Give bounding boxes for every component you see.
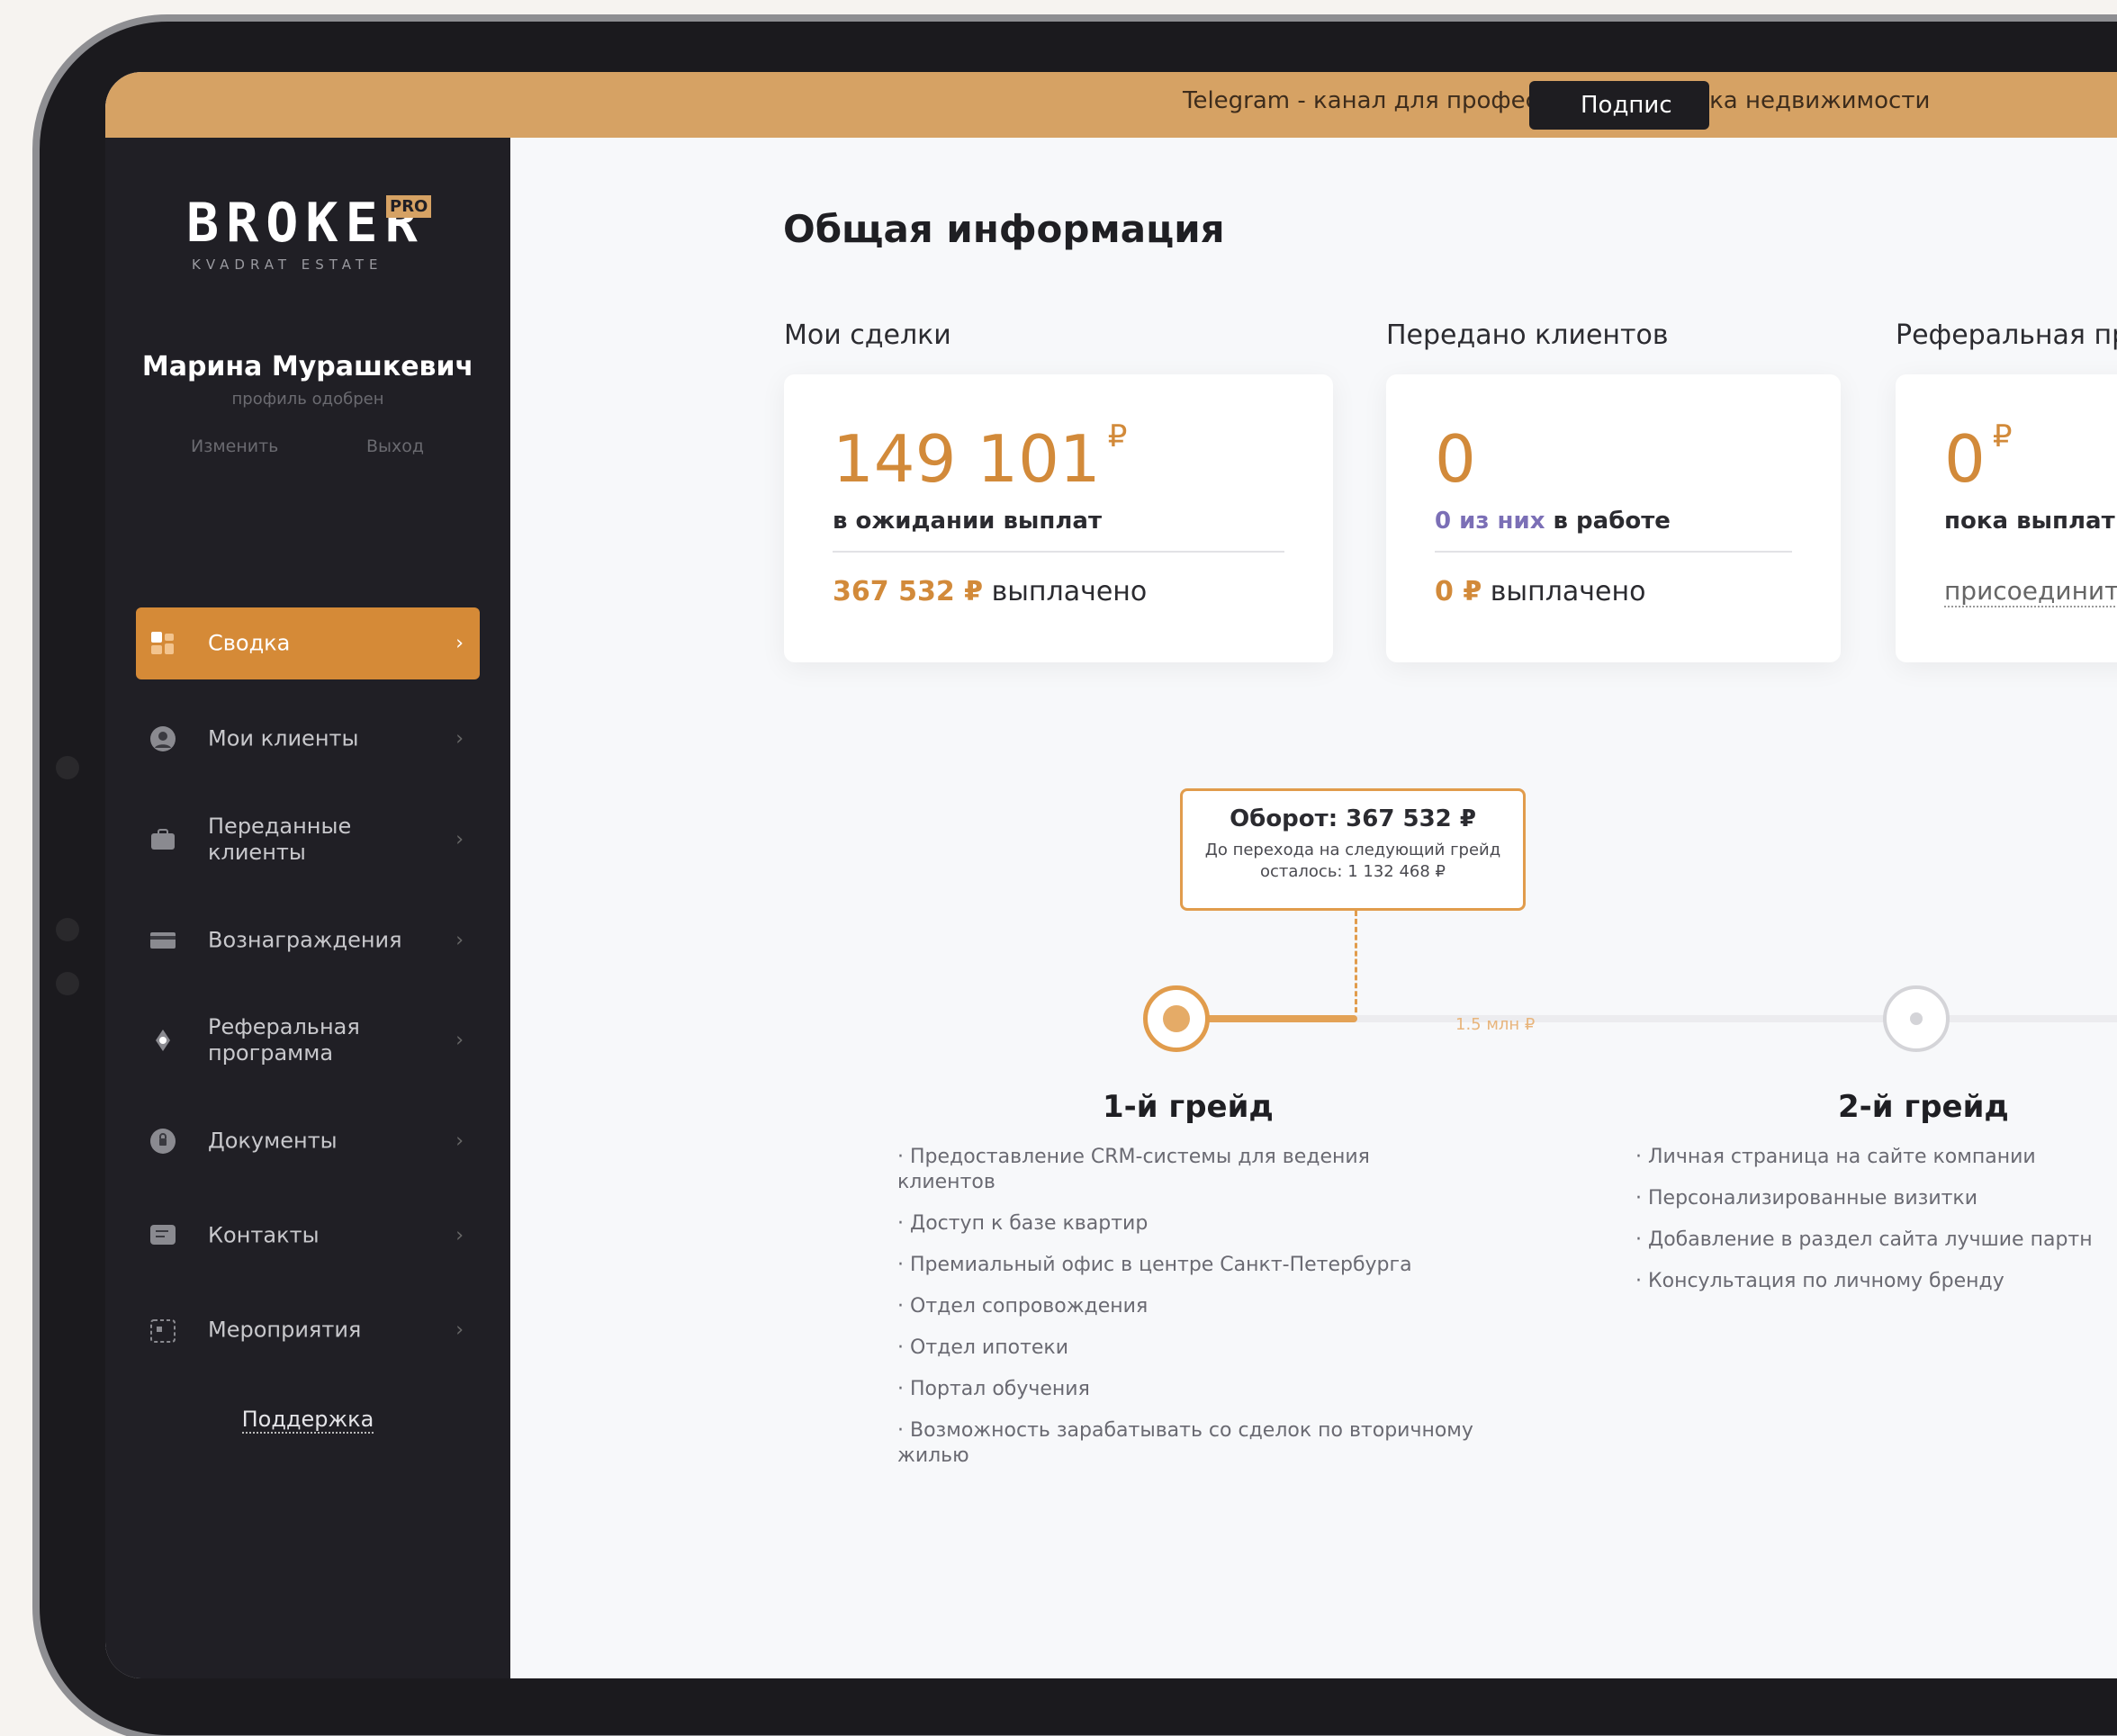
nav-label: Мероприятия [208, 1317, 362, 1343]
grade-2-node[interactable] [1883, 985, 1950, 1052]
nav-item-my-clients[interactable]: Мои клиенты › [136, 703, 480, 775]
clients-paid-amount: 0 ₽ [1435, 576, 1482, 607]
referral-amount: 0 ₽ [1944, 418, 2013, 497]
referral-card[interactable]: 0 ₽ пока выплат присоединит [1896, 374, 2117, 662]
clients-card[interactable]: 0 0 из них в работе 0 ₽ выплачено [1386, 374, 1841, 662]
logout-link[interactable]: Выход [366, 436, 424, 456]
nav-label: Переданные клиенты [208, 814, 352, 865]
turnover-tooltip: Оборот: 367 532 ₽ До перехода на следующ… [1180, 788, 1526, 911]
hardware-button [56, 756, 79, 779]
user-name: Марина Мурашкевич [141, 351, 474, 382]
chevron-right-icon: › [455, 1318, 464, 1342]
support-label: Поддержка [241, 1407, 374, 1434]
page-title: Общая информация [783, 207, 1225, 251]
clients-label: Передано клиентов [1386, 319, 1669, 351]
nav-item-documents[interactable]: Документы › [136, 1105, 480, 1177]
currency-sign: ₽ [1992, 418, 2013, 454]
broker-logo[interactable]: BROKER PRO KVADRAT ESTATE [186, 192, 432, 282]
turnover-title: Оборот: 367 532 ₽ [1230, 805, 1476, 832]
nav-item-contacts[interactable]: Контакты › [136, 1200, 480, 1272]
referral-icon [156, 1030, 170, 1051]
chevron-right-icon: › [455, 1029, 464, 1052]
profile-status: профиль одобрен [231, 390, 384, 409]
list-item: Портал обучения [897, 1377, 1473, 1402]
card-icon [150, 932, 176, 949]
deals-paid-label: выплачено [991, 576, 1148, 607]
clients-in-work-label: в работе [1553, 508, 1671, 535]
app-screen: Telegram - канал для профессионалов рынк… [105, 72, 2117, 1678]
logo-subtitle: KVADRAT ESTATE [192, 256, 383, 273]
clients-amount: 0 [1435, 421, 1476, 497]
divider [1435, 551, 1792, 553]
grade-1-node[interactable] [1143, 985, 1210, 1052]
chevron-right-icon: › [455, 727, 464, 751]
deals-card[interactable]: 149 101 ₽ в ожидании выплат 367 532 ₽ вып… [784, 374, 1333, 662]
chevron-right-icon: › [455, 929, 464, 952]
nav-label: Реферальная программа [208, 1014, 360, 1066]
list-item: Добавление в раздел сайта лучшие партн [1635, 1228, 2117, 1253]
chevron-right-icon: › [455, 1129, 464, 1153]
user-icon [150, 726, 176, 751]
document-icon [150, 1129, 176, 1154]
hardware-button [56, 972, 79, 995]
referral-amount-value: 0 [1944, 421, 1986, 497]
referral-sub-label: пока выплат [1944, 508, 2115, 535]
nav-label: Контакты [208, 1222, 320, 1248]
hardware-button [56, 918, 79, 941]
nav-label: Документы [208, 1128, 338, 1154]
nav-label: Мои клиенты [208, 725, 359, 751]
nav-item-rewards[interactable]: Вознаграждения › [136, 904, 480, 976]
briefcase-icon [151, 829, 175, 850]
clients-in-work-count: 0 из них [1435, 508, 1545, 535]
list-item: Отдел сопровождения [897, 1294, 1473, 1319]
events-icon [150, 1319, 176, 1343]
list-item: Личная страница на сайте компании [1635, 1145, 2117, 1170]
list-item: Персонализированные визитки [1635, 1186, 2117, 1211]
clients-paid: 0 ₽ выплачено [1435, 576, 1645, 607]
clients-paid-label: выплачено [1490, 576, 1646, 607]
join-referral-link[interactable]: присоединит [1944, 576, 2117, 607]
milestone-label: 1.5 млн ₽ [1455, 1015, 1536, 1034]
nav-item-summary[interactable]: Сводка › [136, 607, 480, 679]
sidebar: BROKER PRO KVADRAT ESTATE Марина Мурашке… [105, 138, 510, 1678]
summary-icon [151, 632, 174, 654]
deals-paid: 367 532 ₽ выплачено [833, 576, 1147, 607]
grade-1-benefits: Предоставление CRM-системы для ведения к… [897, 1145, 1473, 1485]
list-item: Предоставление CRM-системы для ведения к… [897, 1145, 1473, 1195]
turnover-remaining: До перехода на следующий грейд осталось:… [1204, 841, 1501, 881]
referral-label: Реферальная пр [1896, 319, 2117, 351]
deals-label: Мои сделки [784, 319, 951, 351]
chevron-right-icon: › [455, 632, 464, 655]
deals-amount-value: 149 101 [833, 421, 1101, 497]
grade-2-benefits: Личная страница на сайте компании Персон… [1635, 1145, 2117, 1310]
clients-in-work: 0 из них в работе [1435, 508, 1671, 535]
edit-profile-link[interactable]: Изменить [191, 436, 278, 456]
grade-2-title: 2-й грейд [1838, 1089, 2009, 1125]
nav-label: Сводка [208, 630, 291, 656]
currency-sign: ₽ [1107, 418, 1128, 454]
nav-item-events[interactable]: Мероприятия › [136, 1294, 480, 1366]
nav-item-transferred-clients[interactable]: Переданные клиенты › [136, 804, 480, 876]
chevron-right-icon: › [455, 1224, 464, 1247]
grade-1-title: 1-й грейд [1103, 1089, 1274, 1125]
chevron-right-icon: › [455, 828, 464, 851]
list-item: Консультация по личному бренду [1635, 1269, 2117, 1294]
logo-pro-badge: PRO [386, 195, 432, 218]
nav-item-referral[interactable]: Реферальная программа › [136, 1004, 480, 1076]
telegram-banner: Telegram - канал для профессионалов рынк… [105, 72, 2117, 138]
divider [833, 551, 1284, 553]
deals-amount: 149 101 ₽ [833, 418, 1128, 497]
deals-pending-label: в ожидании выплат [833, 508, 1103, 535]
subscribe-button[interactable]: Подпис [1529, 81, 1709, 130]
deals-paid-amount: 367 532 ₽ [833, 576, 984, 607]
list-item: Отдел ипотеки [897, 1336, 1473, 1361]
support-link[interactable]: Поддержка [105, 1407, 510, 1434]
list-item: Возможность зарабатывать со сделок по вт… [897, 1418, 1473, 1469]
list-item: Доступ к базе квартир [897, 1211, 1473, 1237]
list-item: Премиальный офис в центре Санкт-Петербур… [897, 1253, 1473, 1278]
nav-label: Вознаграждения [208, 927, 402, 953]
tooltip-connector [1355, 911, 1357, 1021]
contacts-icon [150, 1225, 176, 1245]
